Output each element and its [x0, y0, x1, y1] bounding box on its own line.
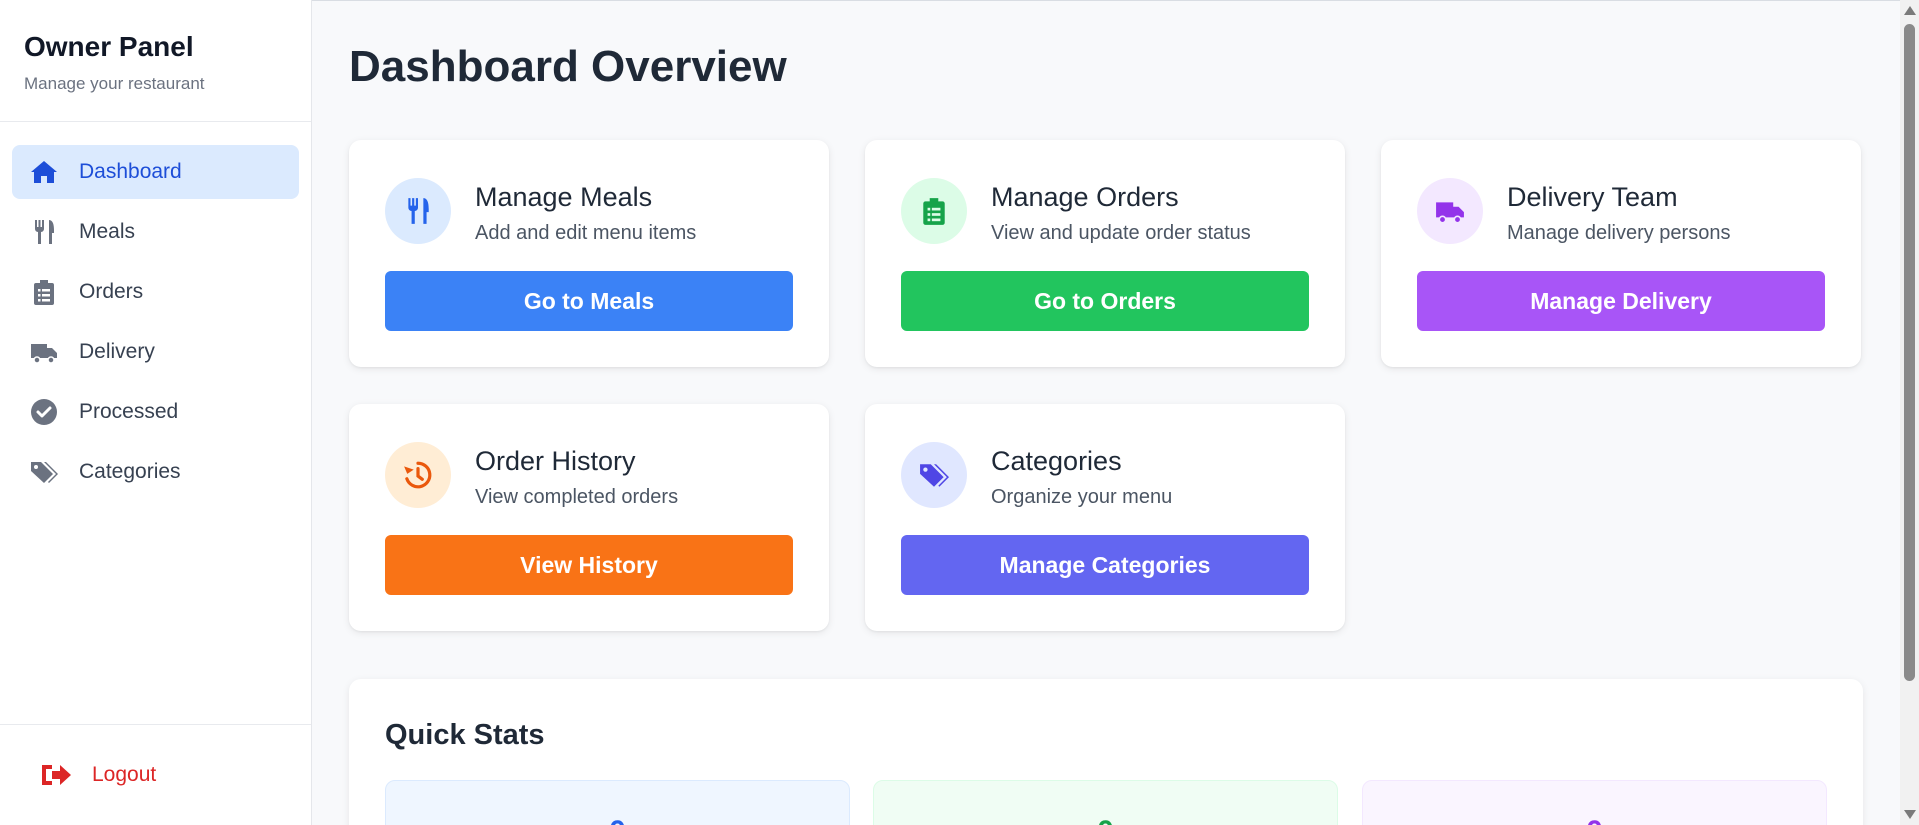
stat-value: 0	[1363, 815, 1826, 825]
sidebar: Owner Panel Manage your restaurant Dashb…	[0, 0, 312, 825]
truck-icon	[1417, 178, 1483, 244]
logout-label: Logout	[92, 763, 157, 786]
vertical-scrollbar[interactable]	[1900, 0, 1919, 825]
home-icon	[29, 157, 59, 187]
card-description: Organize your menu	[991, 486, 1173, 508]
utensils-icon	[29, 217, 59, 247]
stat-value: 0	[386, 815, 849, 825]
tags-icon	[29, 457, 59, 487]
card-description: Add and edit menu items	[475, 222, 697, 244]
card-description: View completed orders	[475, 486, 679, 508]
sidebar-item-label: Processed	[79, 400, 179, 423]
manage-delivery-button[interactable]: Manage Delivery	[1417, 271, 1825, 331]
clipboard-list-icon	[29, 277, 59, 307]
sidebar-item-label: Delivery	[79, 340, 155, 363]
sidebar-item-label: Meals	[79, 220, 136, 243]
view-history-button[interactable]: View History	[385, 535, 793, 595]
card-description: Manage delivery persons	[1507, 222, 1731, 244]
stat-card: 0	[873, 780, 1338, 825]
sidebar-item-label: Categories	[79, 460, 181, 483]
history-icon	[385, 442, 451, 508]
sidebar-brand: Owner Panel Manage your restaurant	[0, 0, 311, 122]
go-to-orders-button[interactable]: Go to Orders	[901, 271, 1309, 331]
check-circle-icon	[29, 397, 59, 427]
truck-icon	[29, 337, 59, 367]
sidebar-subtitle: Manage your restaurant	[24, 74, 205, 93]
scrollbar-thumb[interactable]	[1904, 24, 1915, 681]
sidebar-item-processed[interactable]: Processed	[12, 385, 299, 439]
card-description: View and update order status	[991, 222, 1251, 244]
card-categories: Categories Organize your menu Manage Cat…	[865, 404, 1345, 631]
quick-stats-panel: Quick Stats 0 0 0	[349, 679, 1863, 825]
sidebar-nav: Dashboard Meals Orders Delivery Processe…	[0, 122, 311, 499]
card-title: Manage Orders	[991, 182, 1179, 212]
stat-value: 0	[874, 815, 1337, 825]
manage-categories-button[interactable]: Manage Categories	[901, 535, 1309, 595]
go-to-meals-button[interactable]: Go to Meals	[385, 271, 793, 331]
utensils-icon	[385, 178, 451, 244]
card-title: Delivery Team	[1507, 182, 1678, 212]
card-title: Categories	[991, 446, 1122, 476]
card-delivery-team: Delivery Team Manage delivery persons Ma…	[1381, 140, 1861, 367]
clipboard-list-icon	[901, 178, 967, 244]
sidebar-footer: Logout	[0, 724, 311, 825]
sidebar-item-label: Orders	[79, 280, 144, 303]
logout-button[interactable]: Logout	[40, 761, 156, 789]
quick-stats-title: Quick Stats	[385, 719, 545, 751]
stat-card: 0	[385, 780, 850, 825]
sidebar-item-orders[interactable]: Orders	[12, 265, 299, 319]
sidebar-item-delivery[interactable]: Delivery	[12, 325, 299, 379]
stat-card: 0	[1362, 780, 1827, 825]
logout-icon	[42, 765, 71, 785]
sidebar-item-categories[interactable]: Categories	[12, 445, 299, 499]
page-title: Dashboard Overview	[349, 42, 787, 91]
card-order-history: Order History View completed orders View…	[349, 404, 829, 631]
card-manage-meals: Manage Meals Add and edit menu items Go …	[349, 140, 829, 367]
sidebar-title: Owner Panel	[24, 31, 194, 62]
tags-icon	[901, 442, 967, 508]
scroll-up-arrow-icon[interactable]	[1904, 6, 1916, 15]
scroll-down-arrow-icon[interactable]	[1904, 810, 1916, 819]
sidebar-item-label: Dashboard	[79, 160, 182, 183]
card-title: Manage Meals	[475, 182, 653, 212]
card-title: Order History	[475, 446, 636, 476]
card-manage-orders: Manage Orders View and update order stat…	[865, 140, 1345, 367]
main-content: Dashboard Overview Manage Meals Add and …	[312, 0, 1900, 825]
sidebar-item-meals[interactable]: Meals	[12, 205, 299, 259]
sidebar-item-dashboard[interactable]: Dashboard	[12, 145, 299, 199]
